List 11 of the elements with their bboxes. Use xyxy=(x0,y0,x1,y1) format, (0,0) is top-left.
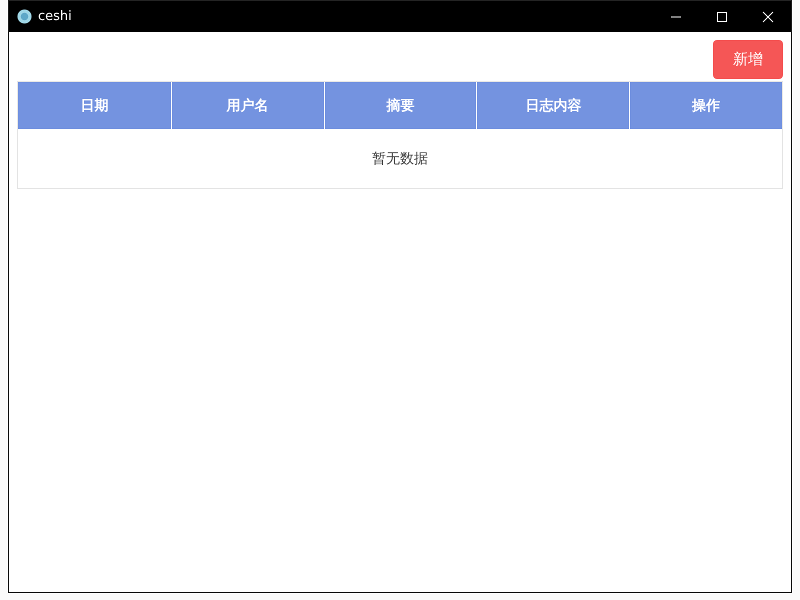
column-header: 用户名 xyxy=(170,82,324,129)
app-icon xyxy=(17,9,32,24)
column-header: 操作 xyxy=(629,82,782,129)
window-title: ceshi xyxy=(38,9,73,24)
column-header: 日期 xyxy=(79,96,110,116)
close-icon xyxy=(762,10,774,22)
empty-message: 暂无数据 xyxy=(372,150,428,168)
column-header: 摘要 xyxy=(324,82,476,129)
column-header: 日志内容 xyxy=(476,82,630,129)
add-button[interactable]: 新增 xyxy=(713,40,783,79)
maximize-icon xyxy=(716,10,728,22)
